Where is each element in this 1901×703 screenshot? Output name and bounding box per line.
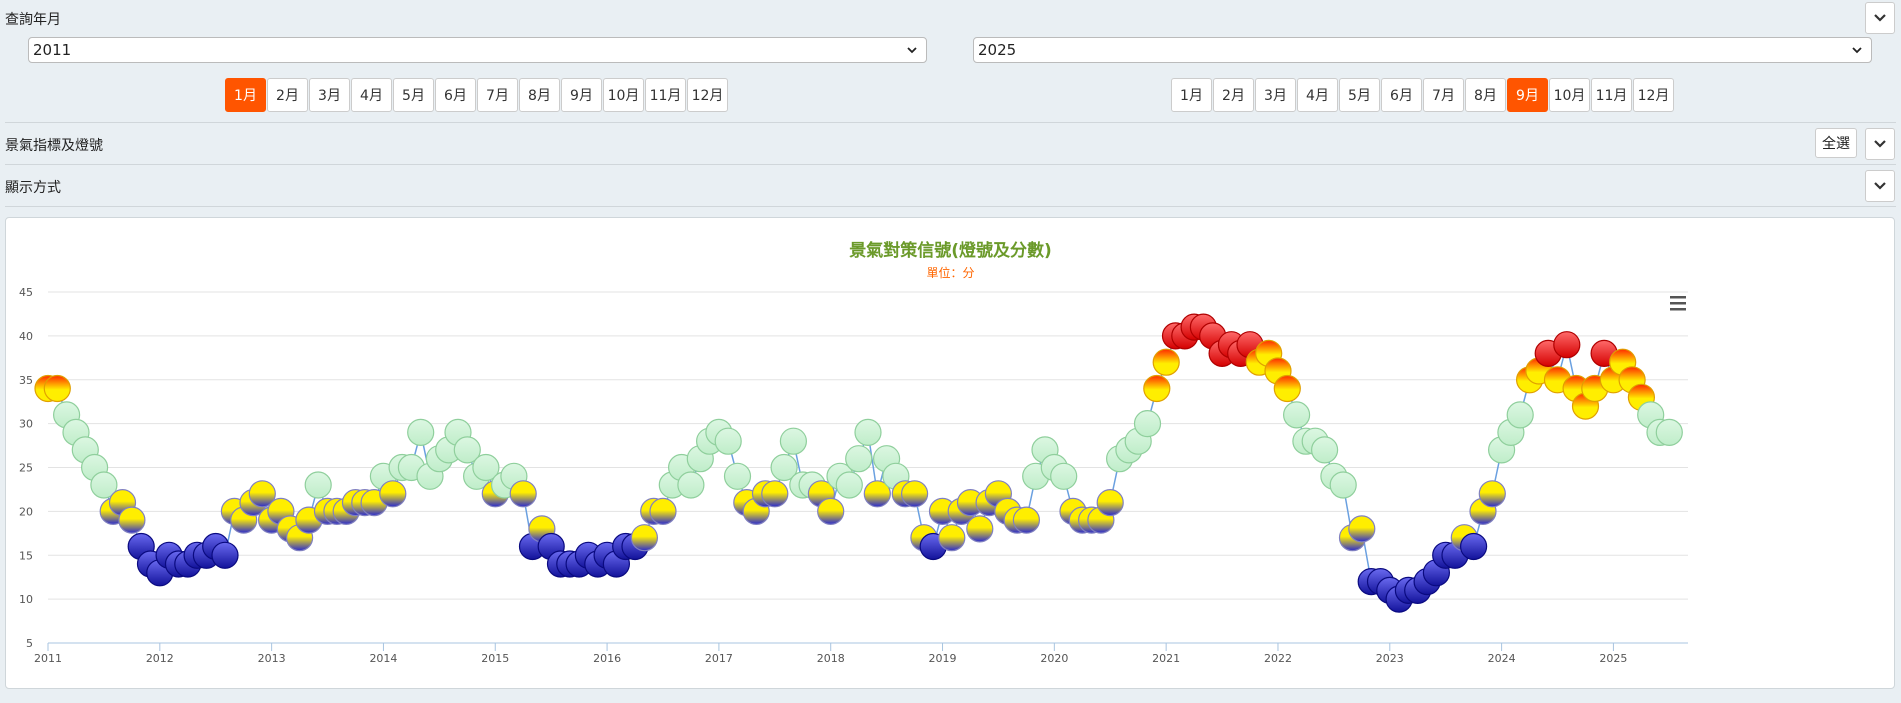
- data-point-93[interactable]: [900, 480, 929, 508]
- y-tick-label: 5: [26, 637, 33, 650]
- x-tick-label: 2022: [1264, 652, 1292, 665]
- data-point-109[interactable]: [1050, 462, 1078, 490]
- data-point-163[interactable]: [1553, 331, 1581, 359]
- x-tick-label: 2011: [34, 652, 62, 665]
- data-point-78[interactable]: [761, 480, 789, 508]
- x-tick-label: 2019: [929, 652, 957, 665]
- data-points: [34, 313, 1683, 613]
- x-tick-label: 2015: [481, 652, 509, 665]
- x-tick-label: 2017: [705, 652, 733, 665]
- data-point-86[interactable]: [835, 471, 863, 499]
- x-tick-label: 2024: [1488, 652, 1516, 665]
- data-point-120[interactable]: [1152, 348, 1180, 376]
- data-point-158[interactable]: [1506, 401, 1534, 429]
- x-tick-label: 2014: [369, 652, 397, 665]
- data-point-153[interactable]: [1459, 532, 1488, 561]
- y-tick-label: 10: [19, 593, 33, 606]
- data-point-114[interactable]: [1096, 489, 1124, 517]
- y-axis: 5 10 15 20 25 30 35 40 45: [19, 286, 33, 650]
- data-point-40[interactable]: [407, 418, 435, 446]
- data-point-51[interactable]: [509, 480, 537, 508]
- x-tick-label: 2016: [593, 652, 621, 665]
- data-point-64[interactable]: [630, 524, 659, 552]
- data-point-29[interactable]: [304, 471, 332, 499]
- y-tick-label: 25: [19, 462, 33, 475]
- data-point-155[interactable]: [1478, 480, 1506, 508]
- x-tick-label: 2012: [146, 652, 174, 665]
- data-point-118[interactable]: [1133, 410, 1162, 438]
- data-point-80[interactable]: [779, 427, 808, 455]
- x-tick-label: 2023: [1376, 652, 1404, 665]
- y-tick-label: 45: [19, 286, 33, 299]
- data-point-134[interactable]: [1282, 401, 1311, 429]
- signal-chart: 51015202530354045 2011 2012 2013 2014 2015 20…: [19, 286, 1688, 665]
- menu-icon[interactable]: [1670, 296, 1686, 311]
- data-point-141[interactable]: [1348, 515, 1376, 543]
- data-point-66[interactable]: [649, 497, 677, 525]
- x-axis: 2011 2012 2013 2014 2015 2016 2017 2018 2019 2020…: [34, 642, 1688, 665]
- data-point-100[interactable]: [966, 515, 994, 543]
- data-point-9[interactable]: [118, 506, 146, 534]
- data-point-69[interactable]: [677, 471, 705, 499]
- data-point-74[interactable]: [723, 462, 752, 490]
- x-tick-label: 2021: [1152, 652, 1180, 665]
- y-tick-label: 40: [19, 330, 33, 343]
- data-point-119[interactable]: [1143, 374, 1171, 403]
- data-point-137[interactable]: [1310, 436, 1339, 464]
- data-point-87[interactable]: [845, 445, 873, 473]
- data-point-139[interactable]: [1329, 471, 1357, 499]
- y-tick-label: 20: [19, 505, 33, 518]
- data-point-97[interactable]: [938, 524, 966, 552]
- y-tick-label: 35: [19, 374, 33, 387]
- y-tick-label: 30: [19, 418, 33, 431]
- data-point-84[interactable]: [817, 497, 845, 525]
- data-point-19[interactable]: [211, 541, 239, 569]
- data-point-37[interactable]: [379, 480, 407, 508]
- y-tick-label: 15: [19, 549, 33, 562]
- data-point-88[interactable]: [854, 418, 882, 446]
- x-tick-label: 2020: [1040, 652, 1068, 665]
- data-point-73[interactable]: [714, 427, 742, 455]
- data-point-1[interactable]: [43, 374, 71, 403]
- x-tick-label: 2018: [817, 652, 845, 665]
- data-point-174[interactable]: [1655, 418, 1683, 446]
- data-point-133[interactable]: [1273, 374, 1301, 403]
- x-tick-label: 2025: [1599, 652, 1627, 665]
- x-tick-label: 2013: [258, 652, 286, 665]
- data-point-105[interactable]: [1012, 506, 1041, 534]
